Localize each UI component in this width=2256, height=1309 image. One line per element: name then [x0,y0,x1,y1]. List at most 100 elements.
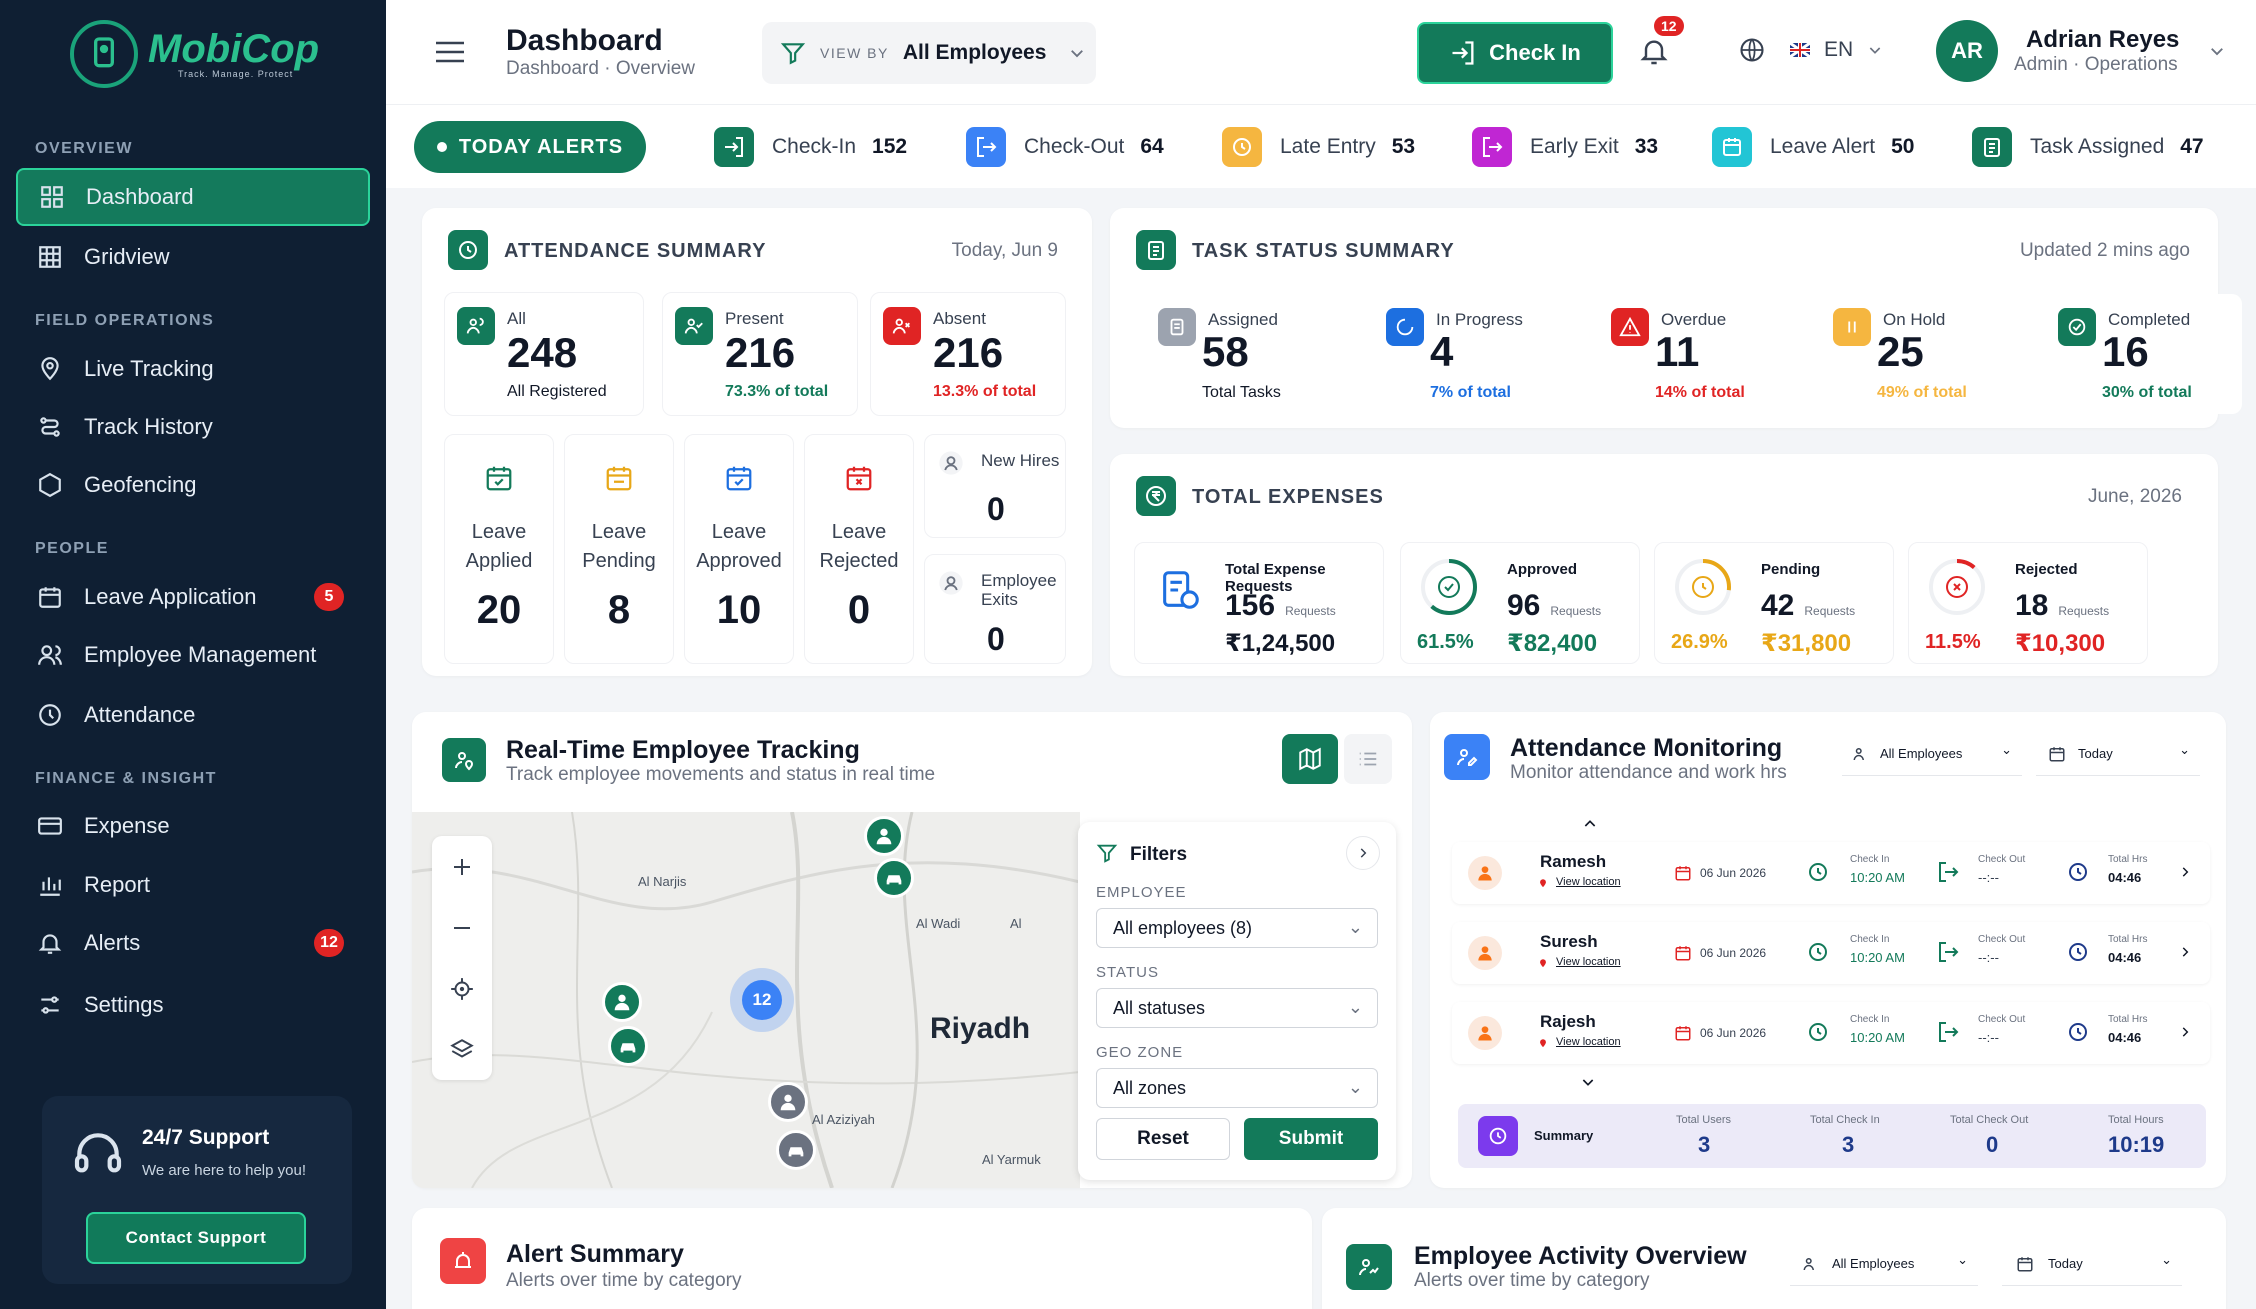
collapse-filters-button[interactable] [1346,836,1380,870]
vehicle-pin-offline[interactable] [776,1130,816,1170]
sidebar-item-live-tracking[interactable]: Live Tracking [16,340,370,398]
menu-icon[interactable] [434,40,466,64]
sidebar-item-geofencing[interactable]: Geofencing [16,456,370,514]
employee-pin[interactable] [602,982,642,1022]
zoom-in-button[interactable] [432,836,492,897]
stat-present[interactable]: Present 216 73.3% of total [662,292,858,416]
stat-absent[interactable]: Absent 216 13.3% of total [870,292,1066,416]
sidebar-item-leave-application[interactable]: Leave Application 5 [16,568,370,626]
brand-logo[interactable]: MobiCop Track. Manage. Protect [70,20,319,88]
scroll-up-icon[interactable] [1582,816,1598,832]
alert-task-assigned[interactable]: Task Assigned 47 [1972,125,2204,169]
chevron-right-icon[interactable] [2178,1025,2192,1039]
task-status-title: TASK STATUS SUMMARY [1192,240,1455,262]
chevron-right-icon[interactable] [2178,945,2192,959]
car-icon [886,875,902,885]
stat-all[interactable]: All 248 All Registered [444,292,644,416]
chevron-right-icon[interactable] [2178,865,2192,879]
bar-chart-icon [36,871,64,899]
expenses-date: June, 2026 [2087,486,2182,507]
map-view-toggle[interactable] [1282,734,1338,784]
avatar[interactable]: AR [1936,20,1998,82]
task-stat-completed[interactable]: Completed 16 30% of total [2046,294,2242,414]
activity-period-select[interactable]: Today ⌄ [2002,1242,2182,1286]
cluster-marker[interactable]: 12 [730,968,794,1032]
tile-label: New Hires [981,451,1060,470]
status-filter-select[interactable]: All statuses ⌄ [1096,988,1378,1028]
locate-button[interactable] [432,958,492,1019]
sidebar-item-attendance[interactable]: Attendance [16,686,370,744]
employee-activity-card: Employee Activity Overview Alerts over t… [1322,1208,2226,1309]
sidebar-item-report[interactable]: Report [16,856,370,914]
chevron-down-icon: ⌄ [2001,742,2012,757]
route-icon [36,413,64,441]
submit-button[interactable]: Submit [1244,1118,1378,1160]
attendance-row[interactable]: Ramesh View location 06 Jun 2026 Check In 10… [1452,842,2210,904]
sidebar-item-settings[interactable]: Settings [16,976,370,1034]
expense-approved[interactable]: 61.5% Approved 96 Requests ₹82,400 [1400,542,1640,664]
person-icon [1478,946,1492,961]
vehicle-pin[interactable] [608,1026,648,1066]
reset-button[interactable]: Reset [1096,1118,1230,1160]
car-icon [788,1147,804,1157]
monitoring-employee-select[interactable]: All Employees ⌄ [1842,732,2022,776]
tile-leave-pending[interactable]: Leave Pending 8 [564,434,674,664]
alert-check-in[interactable]: Check-In 152 [714,125,907,169]
tile-leave-applied[interactable]: Leave Applied 20 [444,434,554,664]
sidebar-item-dashboard[interactable]: Dashboard [16,168,370,226]
alert-early-exit[interactable]: Early Exit 33 [1472,125,1658,169]
task-stat-assigned[interactable]: Assigned 58 Total Tasks [1146,294,1342,414]
activity-employee-select[interactable]: All Employees ⌄ [1790,1242,1978,1286]
check-in-button[interactable]: Check In [1417,22,1613,84]
attendance-row[interactable]: Rajesh View location 06 Jun 2026 Check In 10… [1452,1002,2210,1064]
sidebar-item-gridview[interactable]: Gridview [16,228,370,286]
view-by-select[interactable]: VIEW BY All Employees [762,22,1096,84]
geo-zone-filter-select[interactable]: All zones ⌄ [1096,1068,1378,1108]
filters-title: Filters [1130,844,1188,865]
notifications-bell-icon[interactable] [1638,34,1670,68]
alert-value: 50 [1891,135,1915,158]
layers-icon [450,1038,474,1058]
sidebar-item-employee-management[interactable]: Employee Management [16,626,370,684]
sidebar-item-track-history[interactable]: Track History [16,398,370,456]
alert-late-entry[interactable]: Late Entry 53 [1222,125,1415,169]
expense-percent: 61.5% [1417,631,1474,653]
list-view-toggle[interactable] [1344,734,1392,784]
employee-pin[interactable] [864,816,904,856]
contact-support-button[interactable]: Contact Support [86,1212,306,1264]
expense-total[interactable]: Total Expense Requests 156 Requests ₹1,24… [1134,542,1384,664]
view-location-link[interactable]: View location [1556,956,1621,968]
monitoring-period-select[interactable]: Today ⌄ [2036,732,2200,776]
tile-value: 20 [476,588,522,632]
scroll-down-icon[interactable] [1580,1074,1596,1090]
sidebar-item-label: Dashboard [86,184,194,209]
employee-filter-select[interactable]: All employees (8) ⌄ [1096,908,1378,948]
total-hours-label: Total Hrs [2108,1014,2148,1025]
employee-pin-offline[interactable] [768,1082,808,1122]
language-select[interactable]: EN [1738,36,1883,64]
zoom-out-button[interactable] [432,897,492,958]
today-alerts-button[interactable]: TODAY ALERTS [414,121,646,173]
expense-pending[interactable]: 26.9% Pending 42 Requests ₹31,800 [1654,542,1894,664]
task-stat-overdue[interactable]: Overdue 11 14% of total [1599,294,1795,414]
tile-new-hires[interactable]: New Hires 0 [924,434,1066,538]
tile-leave-approved[interactable]: Leave Approved 10 [684,434,794,664]
task-stat-on-hold[interactable]: On Hold 25 49% of total [1821,294,2017,414]
sidebar-item-alerts[interactable]: Alerts 12 [16,914,370,972]
check-in-icon [714,127,754,167]
vehicle-pin[interactable] [874,858,914,898]
tile-leave-rejected[interactable]: Leave Rejected 0 [804,434,914,664]
attendance-row[interactable]: Suresh View location 06 Jun 2026 Check In 10… [1452,922,2210,984]
alert-check-out[interactable]: Check-Out 64 [966,125,1164,169]
view-location-link[interactable]: View location [1556,1036,1621,1048]
task-stat-in-progress[interactable]: In Progress 4 7% of total [1374,294,1570,414]
alert-leave-alert[interactable]: Leave Alert 50 [1712,125,1914,169]
tile-employee-exits[interactable]: Employee Exits 0 [924,554,1066,664]
sidebar-item-expense[interactable]: Expense [16,797,370,855]
user-menu-chevron-icon[interactable] [2208,42,2226,60]
layers-button[interactable] [432,1019,492,1080]
map-canvas[interactable]: Al Narjis Al Wadi Al Al Aziziyah Al Yarm… [412,812,1080,1188]
expense-rejected[interactable]: 11.5% Rejected 18 Requests ₹10,300 [1908,542,2148,664]
view-location-link[interactable]: View location [1556,876,1621,888]
activity-icon [1346,1244,1392,1290]
